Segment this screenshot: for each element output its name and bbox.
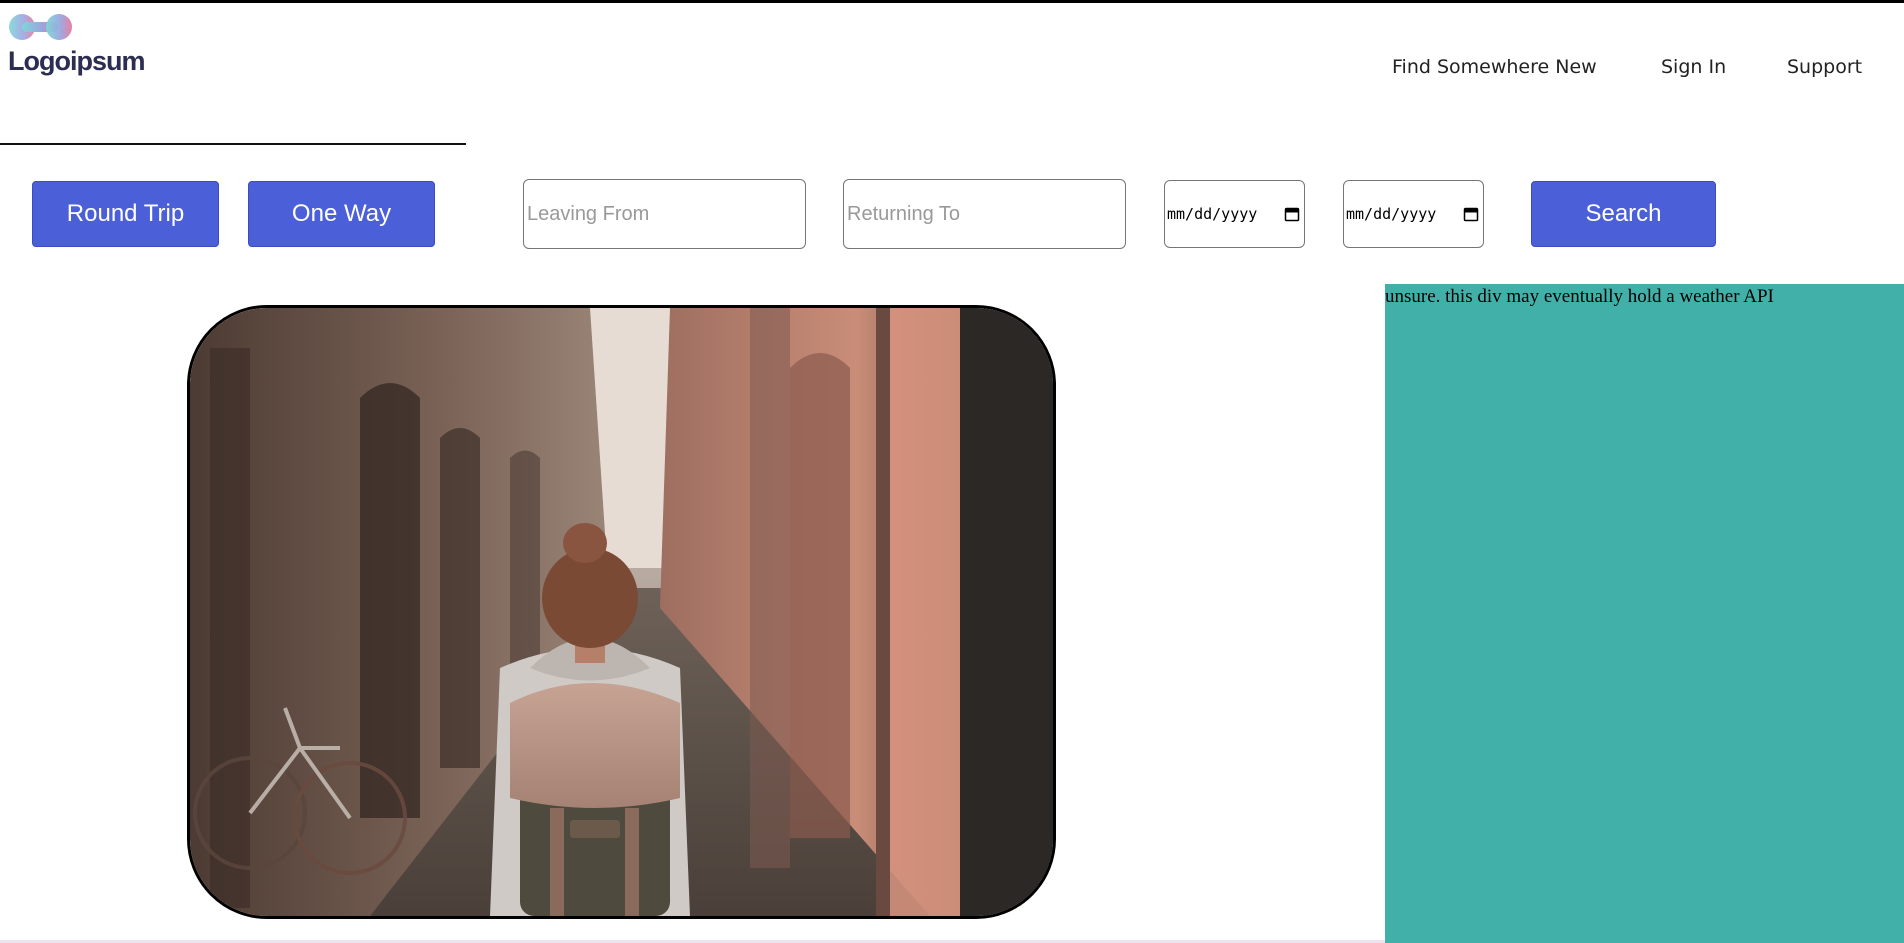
logo[interactable]: Logoipsum <box>8 12 148 82</box>
depart-date-value: mm/dd/yyyy <box>1167 205 1258 223</box>
nav-support[interactable]: Support <box>1787 56 1862 78</box>
hero-image <box>187 305 1056 919</box>
logo-mark-icon <box>9 14 72 40</box>
returning-to-input[interactable]: Returning To <box>843 179 1126 249</box>
calendar-icon[interactable] <box>1463 206 1479 222</box>
return-date-value: mm/dd/yyyy <box>1346 205 1437 223</box>
search-button[interactable]: Search <box>1531 181 1716 247</box>
one-way-button[interactable]: One Way <box>248 181 435 247</box>
calendar-icon[interactable] <box>1284 206 1300 222</box>
nav-sign-in[interactable]: Sign In <box>1661 56 1726 78</box>
alley-traveler-illustration <box>190 308 1053 916</box>
leaving-from-input[interactable]: Leaving From <box>523 179 806 249</box>
weather-panel-text: unsure. this div may eventually hold a w… <box>1385 286 1774 307</box>
nav-find-somewhere-new[interactable]: Find Somewhere New <box>1392 56 1597 78</box>
round-trip-button[interactable]: Round Trip <box>32 181 219 247</box>
top-border <box>0 0 1904 3</box>
weather-panel: unsure. this div may eventually hold a w… <box>1385 284 1904 943</box>
return-date-input[interactable]: mm/dd/yyyy <box>1343 180 1484 248</box>
header-divider <box>0 143 466 145</box>
depart-date-input[interactable]: mm/dd/yyyy <box>1164 180 1305 248</box>
logo-text: Logoipsum <box>8 46 145 76</box>
